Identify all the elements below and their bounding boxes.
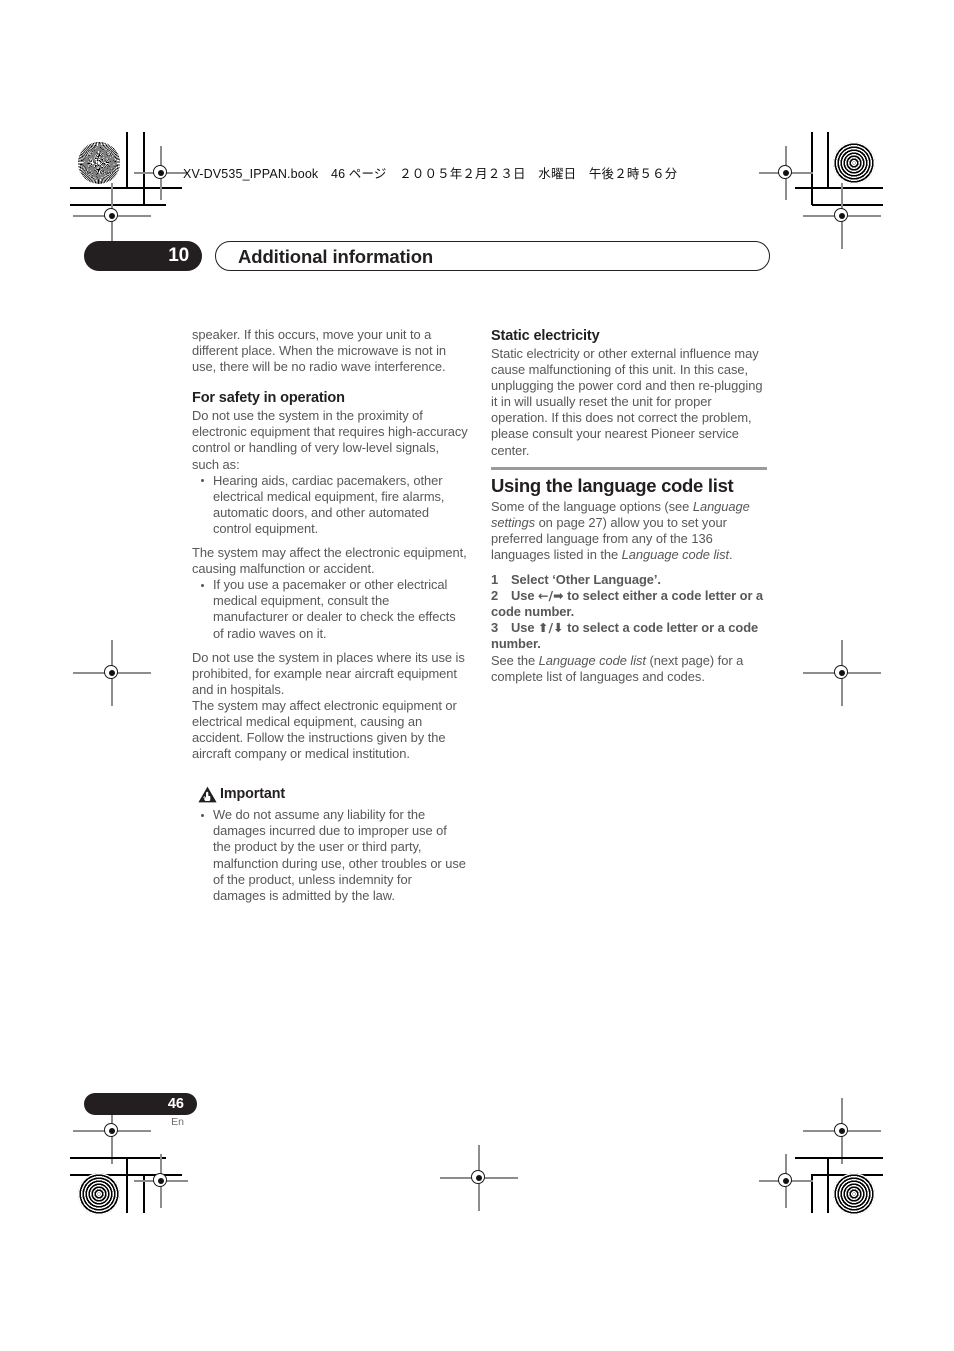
registration-target-icon: [803, 640, 881, 706]
crop-mark-line: [126, 132, 128, 188]
list-item: Hearing aids, cardiac pacemakers, other …: [192, 473, 468, 537]
list-item: If you use a pacemaker or other electric…: [192, 577, 468, 641]
safety-bullet-list-1: Hearing aids, cardiac pacemakers, other …: [192, 473, 468, 537]
bullet-dot-icon: [201, 813, 205, 817]
see-also-part-a: See the: [491, 653, 539, 668]
step-number: 2: [491, 587, 499, 603]
left-right-arrow-icon: ←/➡: [538, 587, 564, 603]
page-number-pill: 46: [84, 1093, 197, 1115]
registration-target-icon: [803, 183, 881, 249]
heading-for-safety-in-operation: For safety in operation: [192, 390, 345, 407]
important-label: Important: [220, 786, 286, 803]
registration-target-icon: [134, 146, 188, 200]
crop-mark-line: [126, 1157, 128, 1213]
page-number: 46: [167, 1096, 184, 1112]
registration-target-icon: [803, 1098, 881, 1164]
step-3: 3 Use ⬆/⬇ to select a code letter or a co…: [491, 620, 767, 652]
crop-mark-line: [795, 187, 883, 189]
crop-mark-line: [795, 1157, 883, 1159]
registration-starburst-icon: [78, 142, 120, 184]
list-item-text: Hearing aids, cardiac pacemakers, other …: [213, 472, 445, 536]
important-bullet-list: We do not assume any liability for the d…: [192, 807, 468, 904]
chapter-title-box: Additional information: [215, 241, 770, 271]
crop-mark-line: [143, 132, 145, 205]
registration-target-icon: [440, 1145, 518, 1211]
list-item: We do not assume any liability for the d…: [192, 807, 468, 904]
registration-starburst-icon: [833, 142, 875, 184]
see-also-paragraph: See the Language code list (next page) f…: [491, 653, 767, 685]
step-number: 1: [491, 571, 499, 587]
registration-target-icon: [759, 1154, 813, 1208]
step-2: 2 Use ←/➡ to select either a code letter …: [491, 588, 767, 620]
step-text-before: Use: [511, 587, 539, 603]
safety-note-1: The system may affect the electronic equ…: [192, 545, 467, 577]
left-text-column: speaker. If this occurs, move your unit …: [192, 327, 468, 912]
static-electricity-paragraph: Static electricity or other external inf…: [491, 346, 763, 458]
safety-intro-paragraph: Do not use the system in the proximity o…: [192, 408, 468, 472]
language-intro-part-a: Some of the language options (see: [491, 499, 693, 515]
registration-target-icon: [134, 1154, 188, 1208]
registration-target-icon: [73, 183, 151, 249]
registration-starburst-icon: [833, 1173, 875, 1215]
step-text: Select ‘Other Language’.: [511, 571, 661, 587]
section-divider: [491, 466, 767, 471]
page-title: Additional information: [238, 246, 434, 267]
heading-static-electricity: Static electricity: [491, 328, 600, 344]
safety-note-2: Do not use the system in places where it…: [192, 649, 465, 697]
crop-mark-line: [811, 132, 813, 205]
print-file-info-line: XV-DV535_IPPAN.book 46 ページ ２００５年２月２３日 水曜…: [183, 167, 678, 181]
step-1: 1 Select ‘Other Language’.: [491, 572, 767, 588]
crop-mark-line: [70, 1157, 166, 1159]
safety-bullet-list-2: If you use a pacemaker or other electric…: [192, 577, 468, 641]
registration-starburst-icon: [78, 1173, 120, 1215]
crop-mark-line: [827, 132, 829, 188]
registration-target-icon: [759, 146, 813, 200]
language-code-list-reference: Language code list: [621, 547, 729, 563]
registration-target-icon: [73, 640, 151, 706]
document-page: XV-DV535_IPPAN.book 46 ページ ２００５年２月２３日 水曜…: [0, 0, 954, 1351]
right-text-column: Static electricity Static electricity or…: [491, 327, 767, 685]
bullet-dot-icon: [201, 478, 205, 483]
heading-using-the-language-code-list: Using the language code list: [491, 475, 734, 497]
step-number: 3: [491, 619, 499, 635]
chapter-number-pill: 10: [84, 241, 202, 271]
step-text-before: Use: [511, 619, 539, 635]
bullet-dot-icon: [201, 583, 205, 587]
language-intro-part-c: .: [729, 547, 733, 563]
up-down-arrow-icon: ⬆/⬇: [538, 619, 564, 635]
safety-note-3: The system may affect electronic equipme…: [192, 697, 457, 762]
page-language-code: En: [171, 1116, 184, 1128]
language-code-list-reference: Language code list: [538, 653, 646, 668]
chapter-number: 10: [168, 245, 189, 266]
chapter-heading-bar: 10 Additional information: [84, 241, 770, 271]
important-notice-heading: Important: [192, 785, 468, 804]
language-intro-paragraph: Some of the language options (see Langua…: [491, 499, 767, 563]
list-item-text: We do not assume any liability for the d…: [213, 807, 466, 903]
list-item-text: If you use a pacemaker or other electric…: [213, 577, 456, 641]
crop-mark-line: [827, 1157, 829, 1213]
warning-triangle-icon: [198, 786, 217, 803]
intro-paragraph: speaker. If this occurs, move your unit …: [192, 327, 447, 375]
